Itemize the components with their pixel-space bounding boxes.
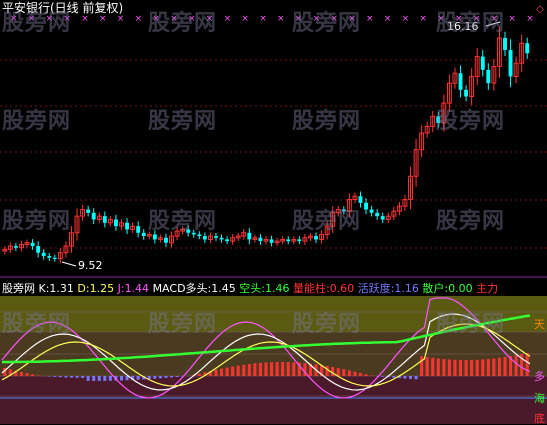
k-label: K: xyxy=(38,282,50,295)
candle-body-down xyxy=(113,219,118,227)
stock-chart-window: × × × × × × × × × × × × × × × × × × × × × × × × × × × × × × ◇ 平安银行(日线 … xyxy=(0,0,547,425)
candle-body-down xyxy=(225,239,230,242)
candle-body-down xyxy=(364,202,368,210)
candle-body-down xyxy=(219,237,224,240)
candle-body-down xyxy=(258,237,263,242)
price-low-label: 9.52 xyxy=(78,259,103,272)
candle-body-down xyxy=(86,209,91,213)
candle-body-down xyxy=(314,236,318,240)
sh-label: 散户: xyxy=(422,282,449,295)
x-marker: × xyxy=(224,14,232,24)
x-marker: × xyxy=(99,14,107,24)
side-label-di: 底 xyxy=(534,412,545,425)
candle-body-down xyxy=(202,236,207,240)
watermark: 股旁网 xyxy=(148,11,218,36)
watermark: 股旁网 xyxy=(436,11,506,36)
watermark: 股旁网 xyxy=(292,109,362,134)
x-marker: × xyxy=(402,14,410,24)
x-marker: × xyxy=(277,14,285,24)
j-value: 1.44 xyxy=(124,282,150,295)
candle-body-down xyxy=(41,252,46,257)
kong-value: 1.46 xyxy=(264,282,290,295)
candle-body-down xyxy=(286,239,291,242)
candle-body-down xyxy=(486,69,491,84)
x-marker: × xyxy=(526,14,534,24)
candle-body-down xyxy=(152,234,157,240)
candle-body-down xyxy=(458,73,463,90)
watermark: 股旁网 xyxy=(436,312,506,337)
hyd-value: 1.16 xyxy=(394,282,419,295)
x-marker: × xyxy=(384,14,392,24)
candle-body-down xyxy=(297,239,302,242)
candle-body-down xyxy=(36,246,41,253)
indicator-name: 股旁网 xyxy=(2,282,35,295)
candle-body-down xyxy=(30,242,35,247)
watermark: 股旁网 xyxy=(2,209,72,234)
watermark: 股旁网 xyxy=(292,11,362,36)
candle-body-down xyxy=(375,212,380,217)
candle-body-down xyxy=(480,56,485,70)
candle-body-down xyxy=(102,216,107,223)
lnz-label: 量能柱: xyxy=(292,282,330,295)
watermark: 股旁网 xyxy=(436,209,506,234)
diamond-icon: ◇ xyxy=(536,4,544,15)
candle-body-down xyxy=(369,209,374,213)
x-marker: × xyxy=(366,14,374,24)
j-label: J: xyxy=(117,282,125,295)
watermark: 股旁网 xyxy=(292,209,362,234)
d-label: D: xyxy=(77,282,90,295)
candle-body-down xyxy=(247,232,252,240)
x-marker: × xyxy=(241,14,249,24)
watermark: 股旁网 xyxy=(148,312,218,337)
candle-body-down xyxy=(125,222,129,230)
indicator-band-bottom xyxy=(0,376,547,424)
sh-value: 0.00 xyxy=(448,282,473,295)
watermark: 股旁网 xyxy=(148,109,218,134)
candle-body-down xyxy=(164,237,168,243)
side-label-tian: 天 xyxy=(534,318,545,331)
side-label-hai: 海 xyxy=(534,392,545,405)
x-marker: × xyxy=(81,14,89,24)
candle-body-down xyxy=(508,49,513,77)
watermark: 股旁网 xyxy=(292,312,362,337)
watermark: 股旁网 xyxy=(2,312,72,337)
kong-label: 空头: xyxy=(239,282,265,295)
low-pointer xyxy=(61,261,77,267)
lnz-value: 0.60 xyxy=(329,282,355,295)
candle-body-down xyxy=(214,236,218,238)
watermark: 股旁网 xyxy=(148,209,218,234)
watermark: 股旁网 xyxy=(2,11,72,36)
hyd-label: 活跃度: xyxy=(357,282,395,295)
candle-body-down xyxy=(269,239,274,243)
x-marker: × xyxy=(117,14,125,24)
macd-value: 1.45 xyxy=(211,282,236,295)
candle-body-down xyxy=(503,37,507,50)
candle-body-down xyxy=(91,212,96,220)
candle-body-down xyxy=(525,43,530,54)
candle-body-down xyxy=(358,196,363,203)
x-marker: × xyxy=(135,14,143,24)
candle-body-down xyxy=(141,232,146,237)
x-marker: × xyxy=(259,14,267,24)
d-value: 1.25 xyxy=(89,282,115,295)
macd-label: MACD多头: xyxy=(152,282,212,295)
k-value: 1.31 xyxy=(49,282,74,295)
candle-body-down xyxy=(47,256,52,258)
candle-body-down xyxy=(52,257,57,259)
watermark: 股旁网 xyxy=(436,109,506,134)
x-marker: × xyxy=(419,14,427,24)
x-marker: × xyxy=(508,14,516,24)
candle-body-down xyxy=(380,216,385,220)
candle-body-down xyxy=(136,226,141,233)
zl-label: 主力 xyxy=(476,282,499,295)
watermark: 股旁网 xyxy=(2,109,72,134)
indicator-legend: 股旁网 K:1.31 D:1.25 J:1.44 MACD多头:1.45 空头:… xyxy=(2,282,498,295)
candle-body-down xyxy=(13,246,18,248)
side-label-duo: 多 xyxy=(534,370,545,383)
candle-body-down xyxy=(464,89,469,97)
